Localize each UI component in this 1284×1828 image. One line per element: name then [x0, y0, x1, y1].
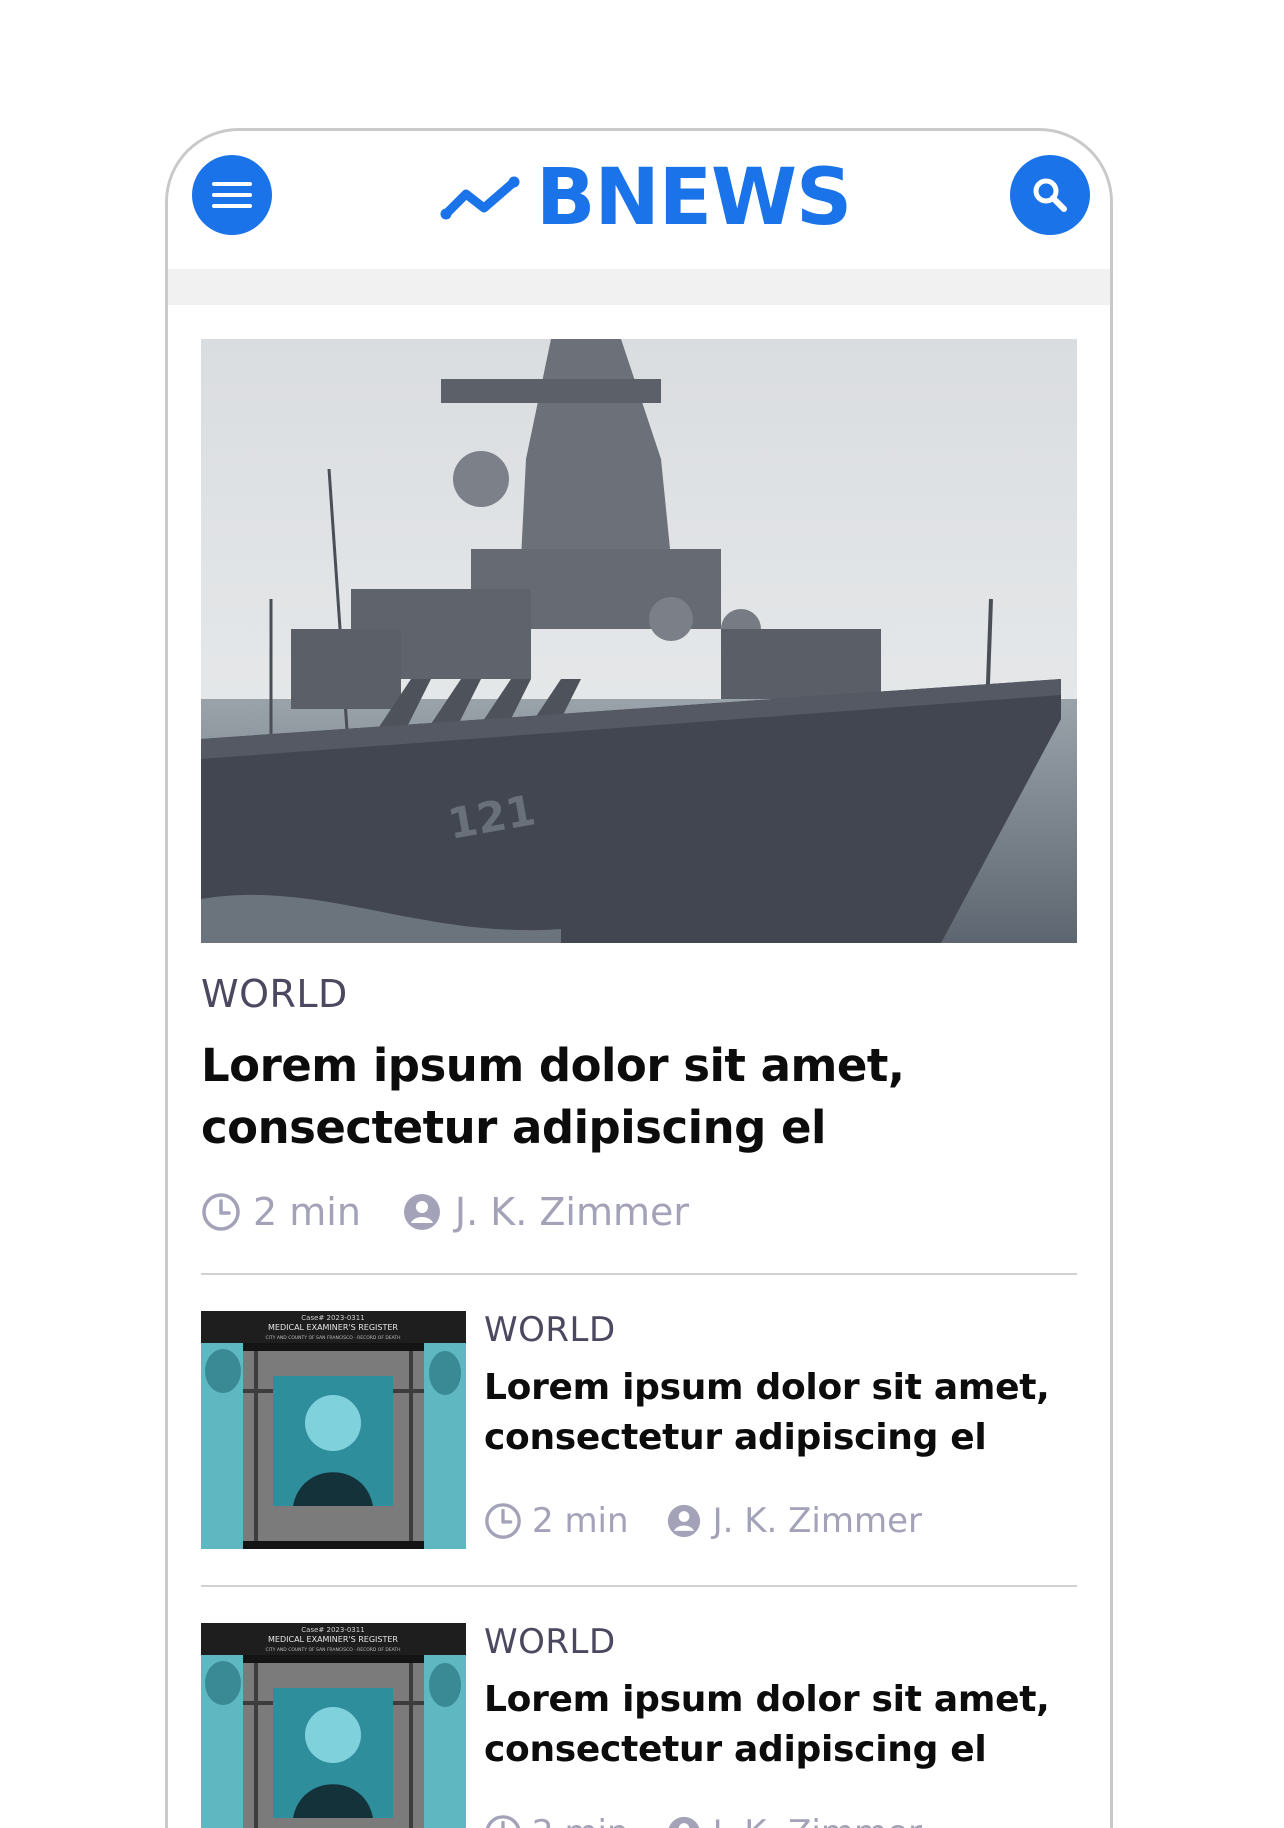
hero-article[interactable]: 121 WORLD Lorem ipsum dolor sit amet, co…	[201, 339, 1077, 1237]
article-row[interactable]: Case# 2023-0311 MEDICAL EXAMINER'S REGIS…	[201, 1623, 1077, 1828]
user-icon	[668, 1816, 699, 1828]
hamburger-icon	[212, 182, 252, 208]
news-feed: 121 WORLD Lorem ipsum dolor sit amet, co…	[201, 339, 1077, 1828]
divider	[201, 1585, 1077, 1587]
hero-meta: 2 min J. K. Zimmer	[201, 1187, 1077, 1237]
article-text: WORLD Lorem ipsum dolor sit amet, consec…	[484, 1311, 1077, 1543]
logo-text: BNEWS	[536, 153, 852, 243]
thumbnail-caption: Case# 2023-0311	[301, 1314, 364, 1322]
read-time-text: 2 min	[253, 1190, 361, 1234]
article-text: WORLD Lorem ipsum dolor sit amet, consec…	[484, 1623, 1077, 1828]
divider	[201, 1273, 1077, 1275]
author-name: J. K. Zimmer	[712, 1501, 922, 1541]
author[interactable]: J. K. Zimmer	[403, 1190, 689, 1234]
trend-line-icon	[440, 176, 520, 220]
read-time-text: 2 min	[532, 1501, 629, 1541]
article-meta: 2 min J. K. Zimmer	[484, 1811, 1077, 1828]
article-category[interactable]: WORLD	[484, 1313, 1077, 1347]
clock-icon	[202, 1193, 240, 1231]
clock-icon	[485, 1815, 521, 1828]
menu-button[interactable]	[192, 155, 272, 235]
thumbnail-caption: CITY AND COUNTY OF SAN FRANCISCO · RECOR…	[265, 1335, 400, 1341]
hero-category[interactable]: WORLD	[201, 975, 1077, 1013]
search-button[interactable]	[1010, 155, 1090, 235]
thumbnail-caption: CITY AND COUNTY OF SAN FRANCISCO · RECOR…	[265, 1647, 400, 1653]
header-separator	[168, 269, 1110, 305]
app-header: BNEWS	[168, 131, 1110, 269]
article-meta: 2 min J. K. Zimmer	[484, 1499, 1077, 1543]
user-icon	[667, 1504, 700, 1538]
thumbnail-caption: Case# 2023-0311	[301, 1626, 364, 1634]
hero-title[interactable]: Lorem ipsum dolor sit amet, consectetur …	[201, 1035, 1001, 1159]
author-name: J. K. Zimmer	[713, 1813, 922, 1828]
read-time: 2 min	[484, 1813, 629, 1828]
article-category[interactable]: WORLD	[484, 1625, 1077, 1659]
read-time-text: 2 min	[532, 1813, 629, 1828]
article-title[interactable]: Lorem ipsum dolor sit amet, consectetur …	[484, 1363, 1077, 1463]
clock-icon	[485, 1503, 521, 1539]
article-row[interactable]: Case# 2023-0311 MEDICAL EXAMINER'S REGIS…	[201, 1311, 1077, 1585]
article-title[interactable]: Lorem ipsum dolor sit amet, consectetur …	[484, 1675, 1077, 1775]
brand-logo[interactable]: BNEWS	[440, 153, 852, 243]
author[interactable]: J. K. Zimmer	[667, 1501, 922, 1541]
phone-frame: BNEWS 121 WORLD Lorem ipsum dolor sit am…	[165, 128, 1113, 1828]
article-thumbnail[interactable]: Case# 2023-0311 MEDICAL EXAMINER'S REGIS…	[201, 1623, 466, 1828]
read-time: 2 min	[201, 1190, 361, 1234]
user-icon	[403, 1194, 440, 1230]
thumbnail-caption: MEDICAL EXAMINER'S REGISTER	[268, 1323, 398, 1332]
author-name: J. K. Zimmer	[454, 1190, 689, 1234]
search-icon	[1033, 178, 1067, 212]
article-thumbnail[interactable]: Case# 2023-0311 MEDICAL EXAMINER'S REGIS…	[201, 1311, 466, 1549]
author[interactable]: J. K. Zimmer	[667, 1813, 922, 1828]
hero-image[interactable]: 121	[201, 339, 1077, 943]
thumbnail-caption: MEDICAL EXAMINER'S REGISTER	[268, 1635, 398, 1644]
read-time: 2 min	[484, 1501, 629, 1541]
